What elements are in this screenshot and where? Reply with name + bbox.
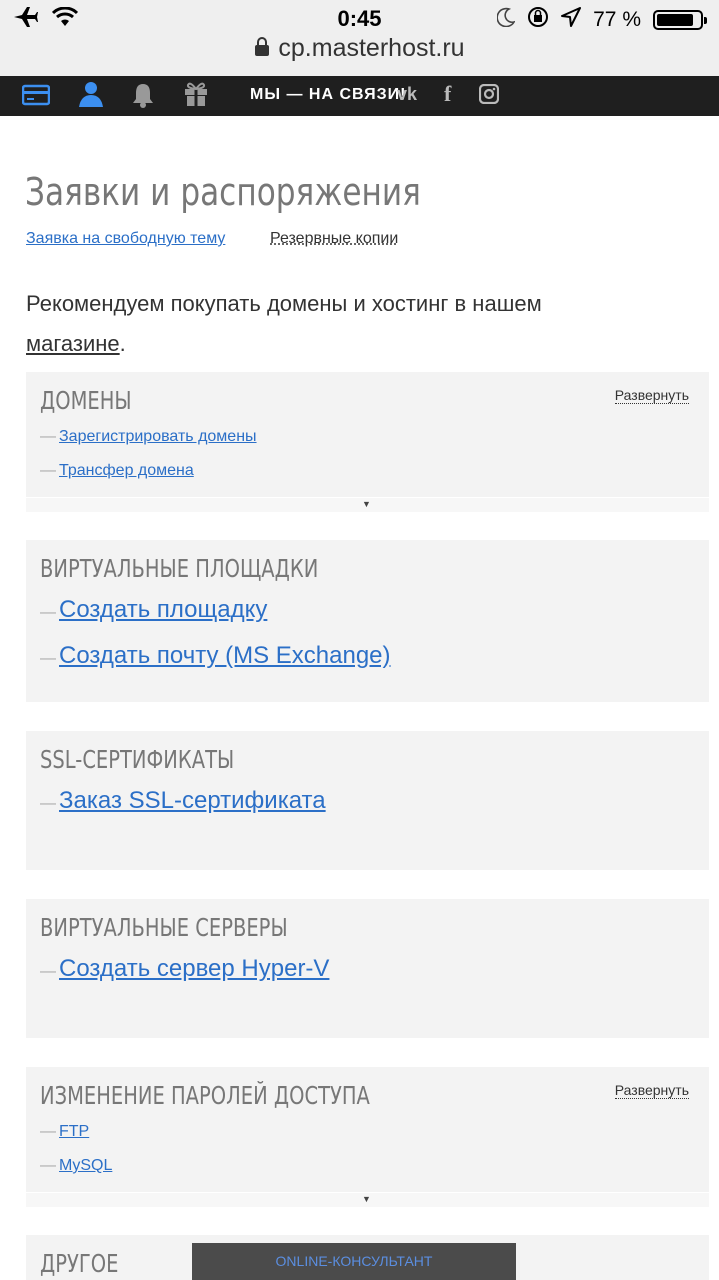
caret-down-icon[interactable]: ▼: [362, 499, 371, 509]
status-bar: 0:45 77 % cp.masterhost.ru: [0, 0, 719, 76]
url-text: cp.masterhost.ru: [278, 34, 465, 62]
battery-icon: [653, 9, 707, 30]
list-item: — Создать сервер Hyper-V: [40, 955, 330, 982]
create-mail-link[interactable]: Создать почту (MS Exchange): [59, 642, 391, 669]
slogan: МЫ — НА СВЯЗИ!: [250, 86, 407, 103]
caret-down-icon[interactable]: ▼: [362, 1194, 371, 1204]
collapsed-fade: ▼: [26, 1192, 709, 1207]
passwords-card: ИЗМЕНЕНИЕ ПАРОЛЕЙ ДОСТУПА Развернуть — FT…: [26, 1067, 709, 1207]
expand-button[interactable]: Развернуть: [614, 1082, 689, 1099]
list-item: — Создать почту (MS Exchange): [40, 642, 391, 669]
instagram-icon[interactable]: [478, 83, 500, 109]
vk-icon[interactable]: vk: [397, 84, 417, 105]
orientation-lock-icon: [527, 6, 549, 33]
shop-link[interactable]: магазине: [26, 331, 120, 356]
list-item: — Зарегистрировать домены: [40, 428, 257, 445]
collapsed-fade: ▼: [26, 497, 709, 512]
top-nav: МЫ — НА СВЯЗИ! vk f: [0, 76, 719, 116]
recommend-text: Рекомендуем покупать домены и хостинг в …: [26, 291, 542, 356]
ftp-link[interactable]: FTP: [59, 1123, 89, 1140]
card-title: ДРУГОЕ: [40, 1249, 119, 1278]
battery-percent: 77 %: [593, 7, 641, 31]
order-ssl-link[interactable]: Заказ SSL-сертификата: [59, 787, 326, 814]
location-icon: [561, 7, 582, 32]
moon-icon: [496, 7, 516, 32]
link-free-topic[interactable]: Заявка на свободную тему: [26, 230, 225, 248]
domain-transfer-link[interactable]: Трансфер домена: [59, 462, 194, 479]
card-icon[interactable]: [21, 84, 51, 111]
user-icon[interactable]: [79, 81, 103, 112]
list-item: — Трансфер домена: [40, 462, 194, 479]
lock-icon: [254, 35, 270, 64]
list-item: — Заказ SSL-сертификата: [40, 787, 326, 814]
list-item: — MySQL: [40, 1157, 113, 1174]
bell-icon[interactable]: [132, 82, 154, 113]
domains-card: ДОМЕНЫ Развернуть — Зарегистрировать доме…: [26, 372, 709, 512]
virtual-servers-card: ВИРТУАЛЬНЫЕ СЕРВЕРЫ — Создать сервер Hype…: [26, 899, 709, 1038]
card-title: ВИРТУАЛЬНЫЕ СЕРВЕРЫ: [40, 913, 288, 942]
facebook-icon[interactable]: f: [444, 81, 451, 107]
card-title: ДОМЕНЫ: [40, 386, 132, 415]
link-backups[interactable]: Резервные копии: [270, 230, 398, 248]
list-item: — Создать площадку: [40, 596, 268, 623]
list-item: — FTP: [40, 1123, 90, 1140]
create-hyperv-link[interactable]: Создать сервер Hyper-V: [59, 955, 329, 982]
virtual-sites-card: ВИРТУАЛЬНЫЕ ПЛОЩАДКИ — Создать площадку —…: [26, 540, 709, 702]
mysql-link[interactable]: MySQL: [59, 1157, 112, 1174]
register-domains-link[interactable]: Зарегистрировать домены: [59, 428, 257, 445]
expand-button[interactable]: Развернуть: [614, 387, 689, 404]
gift-icon[interactable]: [184, 81, 208, 112]
card-title: SSL-СЕРТИФИКАТЫ: [40, 745, 235, 774]
address-bar[interactable]: cp.masterhost.ru: [0, 34, 719, 64]
page-title: Заявки и распоряжения: [25, 170, 421, 214]
card-title: ВИРТУАЛЬНЫЕ ПЛОЩАДКИ: [40, 554, 319, 583]
card-title: ИЗМЕНЕНИЕ ПАРОЛЕЙ ДОСТУПА: [40, 1081, 370, 1110]
ssl-card: SSL-СЕРТИФИКАТЫ — Заказ SSL-сертификата: [26, 731, 709, 870]
create-site-link[interactable]: Создать площадку: [59, 596, 267, 623]
online-consultant-button[interactable]: ONLINE-КОНСУЛЬТАНТ: [192, 1243, 516, 1280]
